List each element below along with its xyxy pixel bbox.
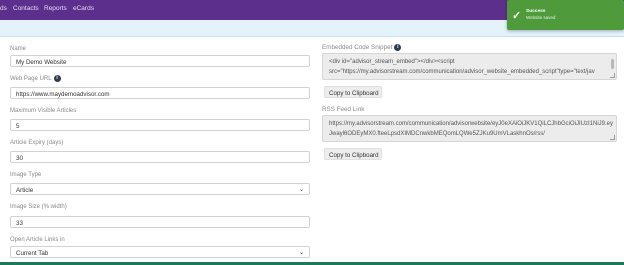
url-label: Web Page URL i — [10, 75, 61, 82]
copy-rss-button[interactable]: Copy to Clipboard — [324, 148, 382, 160]
info-icon[interactable]: i — [53, 75, 61, 82]
rss-link-line-2: Jwayl6ODEyMX0.fteeLpsdXIMDCnwkbMEQomLQWe… — [329, 130, 545, 137]
chevron-down-icon: ⌄ — [298, 250, 304, 256]
max-articles-label: Maximum Visible Articles — [10, 108, 77, 114]
name-label: Name — [10, 46, 27, 52]
toast-title: Success — [526, 9, 546, 14]
open-links-select[interactable]: Current Tab ⌄ — [10, 246, 310, 258]
max-articles-input[interactable]: 5 — [10, 119, 310, 131]
rss-link-line-1: https://my.advisorstream.com/communicati… — [329, 121, 613, 127]
checkmark-icon: ✓ — [512, 10, 522, 22]
success-toast[interactable]: ✓ Success Website saved — [507, 0, 624, 30]
toast-message: Website saved — [526, 15, 556, 20]
image-size-input[interactable]: 33 — [10, 216, 310, 228]
open-links-label: Open Article Links in — [10, 237, 65, 243]
expiry-label: Article Expiry (days) — [10, 140, 64, 146]
open-links-value: Current Tab — [16, 249, 49, 257]
embed-code-line-1: <div id="advisor_stream_embed"></div><sc… — [329, 59, 455, 65]
scroll-thumb[interactable] — [611, 59, 614, 69]
image-type-label: Image Type — [10, 172, 42, 178]
rss-link-textarea[interactable]: https://my.advisorstream.com/communicati… — [322, 115, 617, 142]
image-size-label: Image Size (% width) — [10, 204, 67, 210]
resize-handle-icon[interactable] — [610, 135, 615, 140]
url-label-text: Web Page URL — [10, 76, 52, 83]
nav-item-cards[interactable]: ds — [0, 5, 7, 12]
name-input[interactable]: My Demo Website — [10, 55, 310, 67]
resize-handle-icon[interactable] — [610, 73, 615, 78]
image-type-select[interactable]: Article ⌄ — [10, 183, 310, 195]
chevron-down-icon: ⌄ — [298, 187, 304, 193]
embed-label-text: Embedded Code Snippet — [322, 44, 393, 52]
expiry-input[interactable]: 30 — [10, 151, 310, 163]
image-type-value: Article — [16, 186, 34, 194]
nav-item-reports[interactable]: Reports — [44, 5, 67, 12]
embed-label: Embedded Code Snippet i — [322, 44, 402, 52]
embed-code-textarea[interactable]: <div id="advisor_stream_embed"></div><sc… — [322, 53, 617, 80]
rss-label: RSS Feed Link — [322, 106, 365, 113]
embed-code-line-2: src="https://my.advisorstream.com/commun… — [329, 68, 595, 75]
nav-item-ecards[interactable]: eCards — [73, 5, 94, 12]
copy-embed-button[interactable]: Copy to Clipboard — [324, 86, 382, 98]
info-icon[interactable]: i — [394, 44, 402, 51]
embed-scrollbar[interactable] — [611, 56, 615, 74]
nav-item-contacts[interactable]: Contacts — [13, 5, 39, 12]
url-input[interactable]: https://www.maydemoadvisor.com — [10, 87, 310, 99]
